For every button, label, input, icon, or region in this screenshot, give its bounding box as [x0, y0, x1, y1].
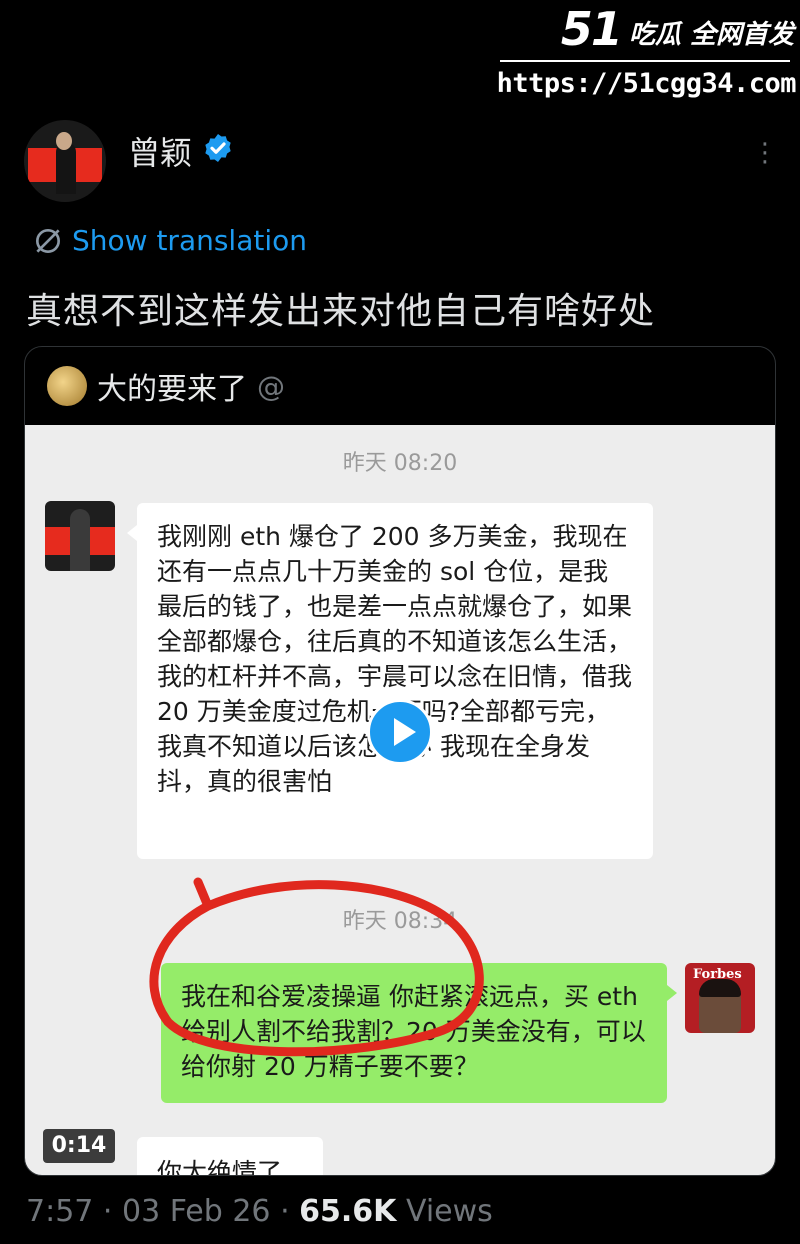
post-meta: 7:57 · 03 Feb 26 · 65.6K Views [26, 1194, 493, 1229]
translate-icon [36, 228, 60, 253]
ted-logo-backdrop [28, 142, 102, 194]
author-name[interactable]: 曾颖 [128, 128, 192, 174]
chat-message-sent: 我在和谷爱凌操逼 你赶紧滚远点，买 eth 给别人割不给我割？20 万美金没有，… [161, 963, 677, 1103]
post-date: 03 Feb 26 [121, 1194, 271, 1229]
post-text: 真想不到这样发出来对他自己有啥好处 [26, 291, 656, 332]
chat-timestamp: 昨天 08:20 [342, 451, 458, 476]
verified-badge-icon [205, 134, 231, 162]
chat-screenshot[interactable]: 昨天 08:20 我刚刚 eth 爆仓了 200 多万美金，我现在还有一点点几十… [25, 425, 775, 1175]
play-button[interactable] [367, 699, 433, 765]
video-duration: 0:14 [43, 1129, 115, 1163]
forbes-label: Forbes [693, 967, 742, 982]
post-time: 7:57 [26, 1194, 94, 1229]
watermark-number: 51 [560, 2, 623, 56]
show-translation-link[interactable]: Show translation [32, 224, 307, 257]
show-translation-label: Show translation [72, 224, 308, 257]
chat-message-received: 我刚刚 eth 爆仓了 200 多万美金，我现在还有一点点几十万美金的 sol … [127, 503, 653, 859]
watermark: 51 吃瓜 全网首发 [561, 6, 794, 52]
more-options-icon[interactable]: ⋮ [752, 140, 778, 178]
quoted-post[interactable]: 大的要来了 @ 昨天 08:20 我刚刚 eth 爆仓了 200 多万美金，我现… [24, 346, 776, 1176]
quote-author-name[interactable]: 大的要来了 [97, 364, 247, 408]
watermark-text: 吃瓜 全网首发 [628, 20, 794, 50]
receiver-avatar: Forbes [685, 963, 755, 1033]
watermark-url: https://51cgg34.com [496, 68, 797, 99]
chat-timestamp: 昨天 08:34 [342, 909, 458, 934]
author-avatar[interactable] [24, 120, 106, 202]
watermark-divider [500, 60, 790, 62]
sender-avatar [45, 501, 115, 571]
quote-header: 大的要来了 @ [25, 347, 775, 425]
views-label: Views [405, 1194, 493, 1229]
quote-avatar[interactable] [47, 366, 87, 406]
chat-message-received: 你太绝情了 [137, 1137, 323, 1175]
quote-handle: @ [257, 369, 285, 403]
views-count[interactable]: 65.6K [299, 1194, 396, 1229]
